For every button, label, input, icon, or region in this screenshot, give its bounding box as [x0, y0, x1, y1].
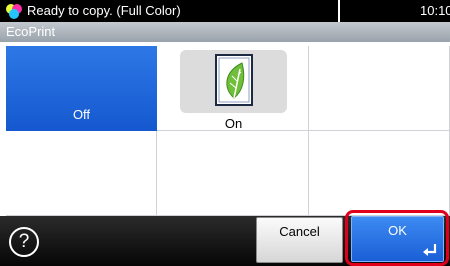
option-off-label: Off — [72, 107, 91, 122]
help-button[interactable]: ? — [9, 227, 39, 257]
status-message: Ready to copy. (Full Color) — [27, 3, 181, 18]
leaf-icon — [215, 54, 253, 106]
grid-cell — [309, 46, 450, 131]
cancel-label: Cancel — [279, 224, 320, 239]
option-on-label: On — [224, 116, 243, 131]
option-grid: Off On — [0, 46, 450, 216]
enter-icon — [423, 244, 437, 256]
status-divider — [338, 0, 340, 22]
ok-label: OK — [388, 223, 407, 238]
cancel-button[interactable]: Cancel — [256, 217, 343, 263]
option-off-button[interactable]: Off — [6, 46, 157, 131]
ok-button[interactable]: OK — [351, 216, 444, 262]
page-title: EcoPrint — [6, 24, 56, 39]
status-bar: Ready to copy. (Full Color) 10:10 — [0, 0, 450, 22]
grid-cell — [6, 131, 157, 216]
clock: 10:10 — [420, 3, 450, 18]
grid-cell — [157, 131, 309, 216]
grid-cell — [309, 131, 450, 216]
title-bar: EcoPrint — [0, 22, 450, 42]
full-color-icon — [5, 3, 23, 19]
option-on-button[interactable] — [180, 50, 287, 113]
